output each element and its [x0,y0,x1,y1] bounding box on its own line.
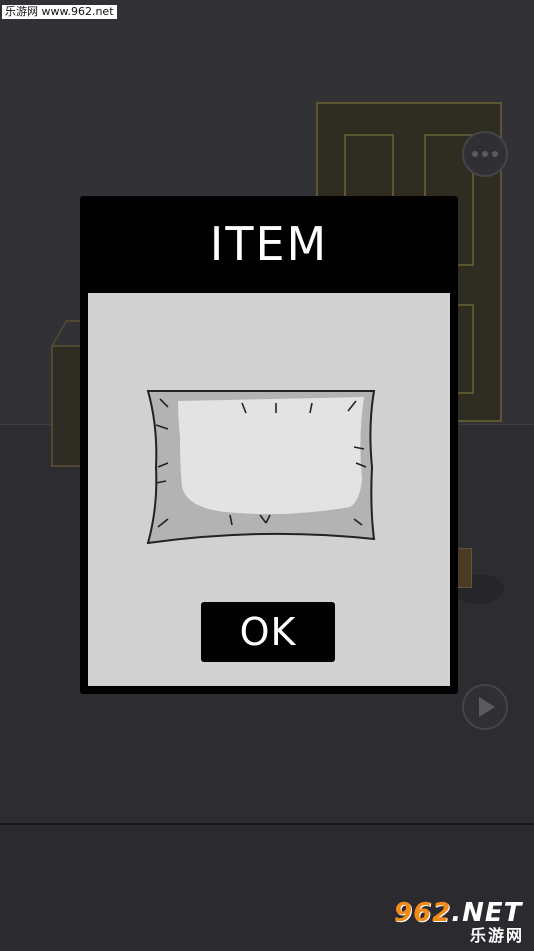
play-button[interactable] [462,684,508,730]
ok-button[interactable]: OK [201,602,335,662]
game-scene: 乐游网 www.962.net 962.NET 乐游网 ITEM OK [0,0,534,951]
pillow-icon [146,390,376,545]
dialog-body: OK [88,293,450,686]
logo-subtitle: 乐游网 [469,926,524,945]
more-dots-icon [472,151,498,157]
floor-box[interactable] [456,548,472,588]
item-dialog: ITEM OK [80,196,458,694]
watermark-label: 乐游网 www.962.net [2,5,117,19]
logo-number: 962 [394,898,452,928]
dialog-title: ITEM [209,217,329,271]
site-logo: 962.NET 乐游网 [394,898,530,945]
play-icon [479,697,495,717]
menu-button[interactable] [462,131,508,177]
